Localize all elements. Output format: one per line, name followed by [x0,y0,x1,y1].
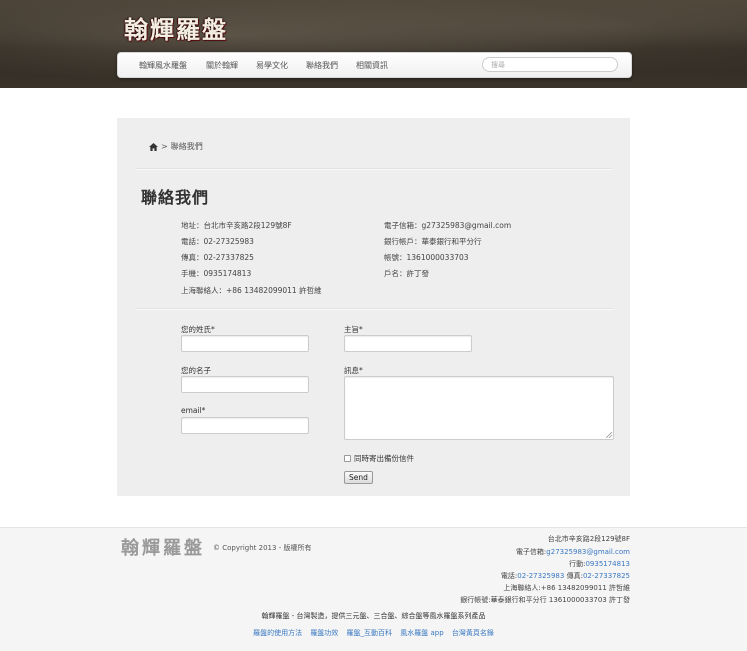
footer-logo: 翰輝羅盤 [121,538,205,559]
nav-item-about[interactable]: 關於翰輝 [206,60,238,71]
divider [135,308,612,310]
home-icon[interactable] [149,142,158,151]
footer-fax-prefix: 傳真: [564,572,583,580]
name-label: 您的名子 [181,366,211,375]
nav-item-contact[interactable]: 聯絡我們 [306,60,338,71]
divider [135,168,612,170]
footer-mobile-prefix: 行動: [569,560,586,568]
send-button[interactable]: Send [344,471,373,484]
footer-link-yellowpages[interactable]: 台灣黃頁名錄 [452,629,494,637]
breadcrumb-current: 聯絡我們 [170,142,203,151]
surname-input[interactable] [181,335,309,352]
footer-fax-link[interactable]: 02-27337825 [583,572,630,580]
contact-mobile: 手機：0935174813 [181,269,252,278]
email-input[interactable] [181,417,309,434]
footer-links: 羅盤的使用方法 羅盤功效 羅盤_互動百科 風水羅盤 app 台灣黃頁名錄 [0,628,747,638]
footer-phone-prefix: 電話: [500,572,518,580]
page-title: 聯絡我們 [141,188,210,207]
site-header: 翰輝羅盤 翰輝風水羅盤 關於翰輝 易學文化 聯絡我們 相關資訊 [0,0,747,88]
breadcrumb-separator: > [161,142,168,151]
footer-phone-line: 電話:02-27325983 傳真:02-27337825 [501,571,630,581]
footer-link-baike[interactable]: 羅盤_互動百科 [347,629,393,637]
footer-email-link[interactable]: g27325983@gmail.com [546,548,630,556]
breadcrumb: > 聯絡我們 [149,141,203,152]
copyright: © Copyright 2013 - 版權所有 [213,544,312,552]
footer-address: 台北市辛亥路2段129號8F [547,535,630,543]
email-label: email* [181,406,206,415]
contact-phone: 電話：02-27325983 [181,237,254,246]
footer-tagline: 翰輝羅盤 - 台灣製造，提供三元盤、三合盤、綜合盤等風水羅盤系列產品 [261,612,486,620]
subject-input[interactable] [344,335,472,352]
send-copy-checkbox[interactable] [344,455,351,462]
footer-mobile-line: 行動:0935174813 [569,559,630,569]
footer-link-app[interactable]: 風水羅盤 app [400,629,443,637]
main-navbar: 翰輝風水羅盤 關於翰輝 易學文化 聯絡我們 相關資訊 [117,52,632,78]
footer-link-effects[interactable]: 羅盤功效 [310,629,338,637]
contact-fax: 傳真：02-27337825 [181,253,254,262]
contact-account-number: 帳號：1361000033703 [384,253,469,262]
footer-bank: 銀行帳號:華泰銀行和平分行 1361000033703 許丁發 [460,596,630,604]
subject-label: 主旨* [344,325,363,334]
contact-email: 電子信箱：g27325983@gmail.com [384,221,512,230]
footer-link-usage[interactable]: 羅盤的使用方法 [253,629,302,637]
search-input[interactable] [482,57,618,72]
message-label: 訊息* [344,366,363,375]
footer-email-prefix: 電子信箱: [515,548,547,556]
contact-shanghai: 上海聯絡人：+86 13482099011 許哲維 [181,286,322,295]
contact-account-name: 戶名：許丁發 [384,269,429,278]
contact-address: 地址：台北市辛亥路2段129號8F [181,221,292,230]
nav-item-culture[interactable]: 易學文化 [256,60,288,71]
site-footer: 翰輝羅盤 © Copyright 2013 - 版權所有 台北市辛亥路2段129… [0,527,747,651]
send-copy-label: 同時寄出備份信件 [354,454,414,463]
resize-grip-icon[interactable] [606,432,612,438]
name-input[interactable] [181,376,309,393]
site-logo[interactable]: 翰輝羅盤 [124,10,228,45]
footer-phone-link[interactable]: 02-27325983 [517,572,564,580]
footer-shanghai: 上海聯絡人:+86 13482099011 許哲維 [503,584,630,592]
surname-label: 您的姓氏* [181,325,215,334]
nav-item-fengshui-compass[interactable]: 翰輝風水羅盤 [139,60,187,71]
footer-mobile-link[interactable]: 0935174813 [585,560,630,568]
contact-bank-account: 銀行帳戶：華泰銀行和平分行 [384,237,482,246]
footer-email-line: 電子信箱:g27325983@gmail.com [516,547,630,557]
message-textarea[interactable] [344,376,614,440]
contact-panel: > 聯絡我們 聯絡我們 地址：台北市辛亥路2段129號8F 電話：02-2732… [117,118,630,496]
nav-item-related-info[interactable]: 相關資訊 [356,60,388,71]
